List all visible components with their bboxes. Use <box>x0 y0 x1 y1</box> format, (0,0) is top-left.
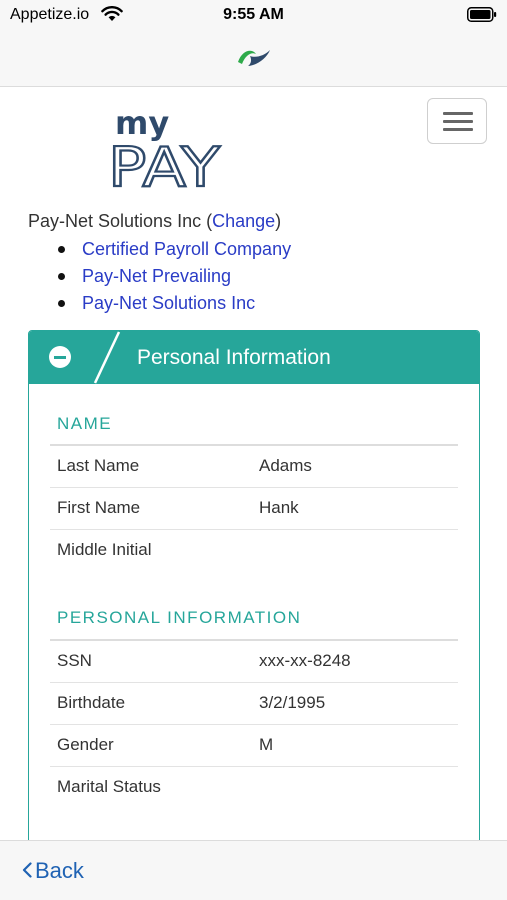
paren-close: ) <box>275 211 282 231</box>
company-link[interactable]: Pay-Net Solutions Inc <box>82 293 255 313</box>
current-company: Pay-Net Solutions Inc <box>28 211 202 231</box>
company-link[interactable]: Certified Payroll Company <box>82 239 291 259</box>
company-list-item: Pay-Net Solutions Inc <box>56 292 291 319</box>
mypay-logo: my PAY <box>107 104 222 190</box>
field-row-middle-initial: Middle Initial <box>50 530 458 572</box>
company-link[interactable]: Pay-Net Prevailing <box>82 266 231 286</box>
field-label: Gender <box>57 735 114 754</box>
field-row-first-name: First Name Hank <box>50 488 458 530</box>
list-bullet <box>58 300 65 307</box>
field-row-last-name: Last Name Adams <box>50 446 458 488</box>
field-row-marital-status: Marital Status <box>50 767 458 809</box>
company-list-item: Pay-Net Prevailing <box>56 265 291 292</box>
menu-button[interactable] <box>427 98 487 144</box>
paren-open: ( <box>201 211 213 231</box>
section-title-personal-info: PERSONAL INFORMATION <box>57 608 302 627</box>
company-line: Pay-Net Solutions Inc (Change) <box>28 211 281 232</box>
app-header <box>0 32 507 87</box>
personal-info-panel: Personal Information NAME Last Name Adam… <box>28 330 480 890</box>
list-bullet <box>58 246 65 253</box>
field-row-ssn: SSN xxx-xx-8248 <box>50 641 458 683</box>
list-bullet <box>58 273 65 280</box>
field-row-gender: Gender M <box>50 725 458 767</box>
mypay-logo-pay: PAY <box>108 136 221 190</box>
field-row-birthdate: Birthdate 3/2/1995 <box>50 683 458 725</box>
status-bar: Appetize.io 9:55 AM <box>0 0 507 32</box>
field-label: Middle Initial <box>57 540 152 559</box>
back-label: Back <box>35 858 84 883</box>
field-label: SSN <box>57 651 92 670</box>
field-label: Birthdate <box>57 693 126 712</box>
battery-icon <box>467 7 497 22</box>
paynet-logo-icon <box>238 50 270 66</box>
field-label: Last Name <box>57 456 140 475</box>
field-value: Hank <box>259 498 299 517</box>
slash-divider <box>93 331 121 384</box>
company-list: Certified Payroll Company Pay-Net Prevai… <box>56 238 291 319</box>
field-value: M <box>259 735 274 754</box>
field-label: First Name <box>57 498 141 517</box>
chevron-left-icon <box>22 862 32 878</box>
bottom-nav-bar: Back <box>0 840 507 900</box>
field-value: xxx-xx-8248 <box>259 651 351 670</box>
change-company-link[interactable]: Change <box>212 211 275 231</box>
status-time: 9:55 AM <box>223 6 284 23</box>
panel-title: Personal Information <box>137 346 331 369</box>
minus-circle-icon[interactable] <box>49 346 71 368</box>
company-list-item: Certified Payroll Company <box>56 238 291 265</box>
field-value: Adams <box>259 456 312 475</box>
section-title-name: NAME <box>57 414 113 433</box>
field-value: 3/2/1995 <box>259 693 326 712</box>
panel-header[interactable]: Personal Information <box>29 331 479 384</box>
field-label: Marital Status <box>57 777 161 796</box>
